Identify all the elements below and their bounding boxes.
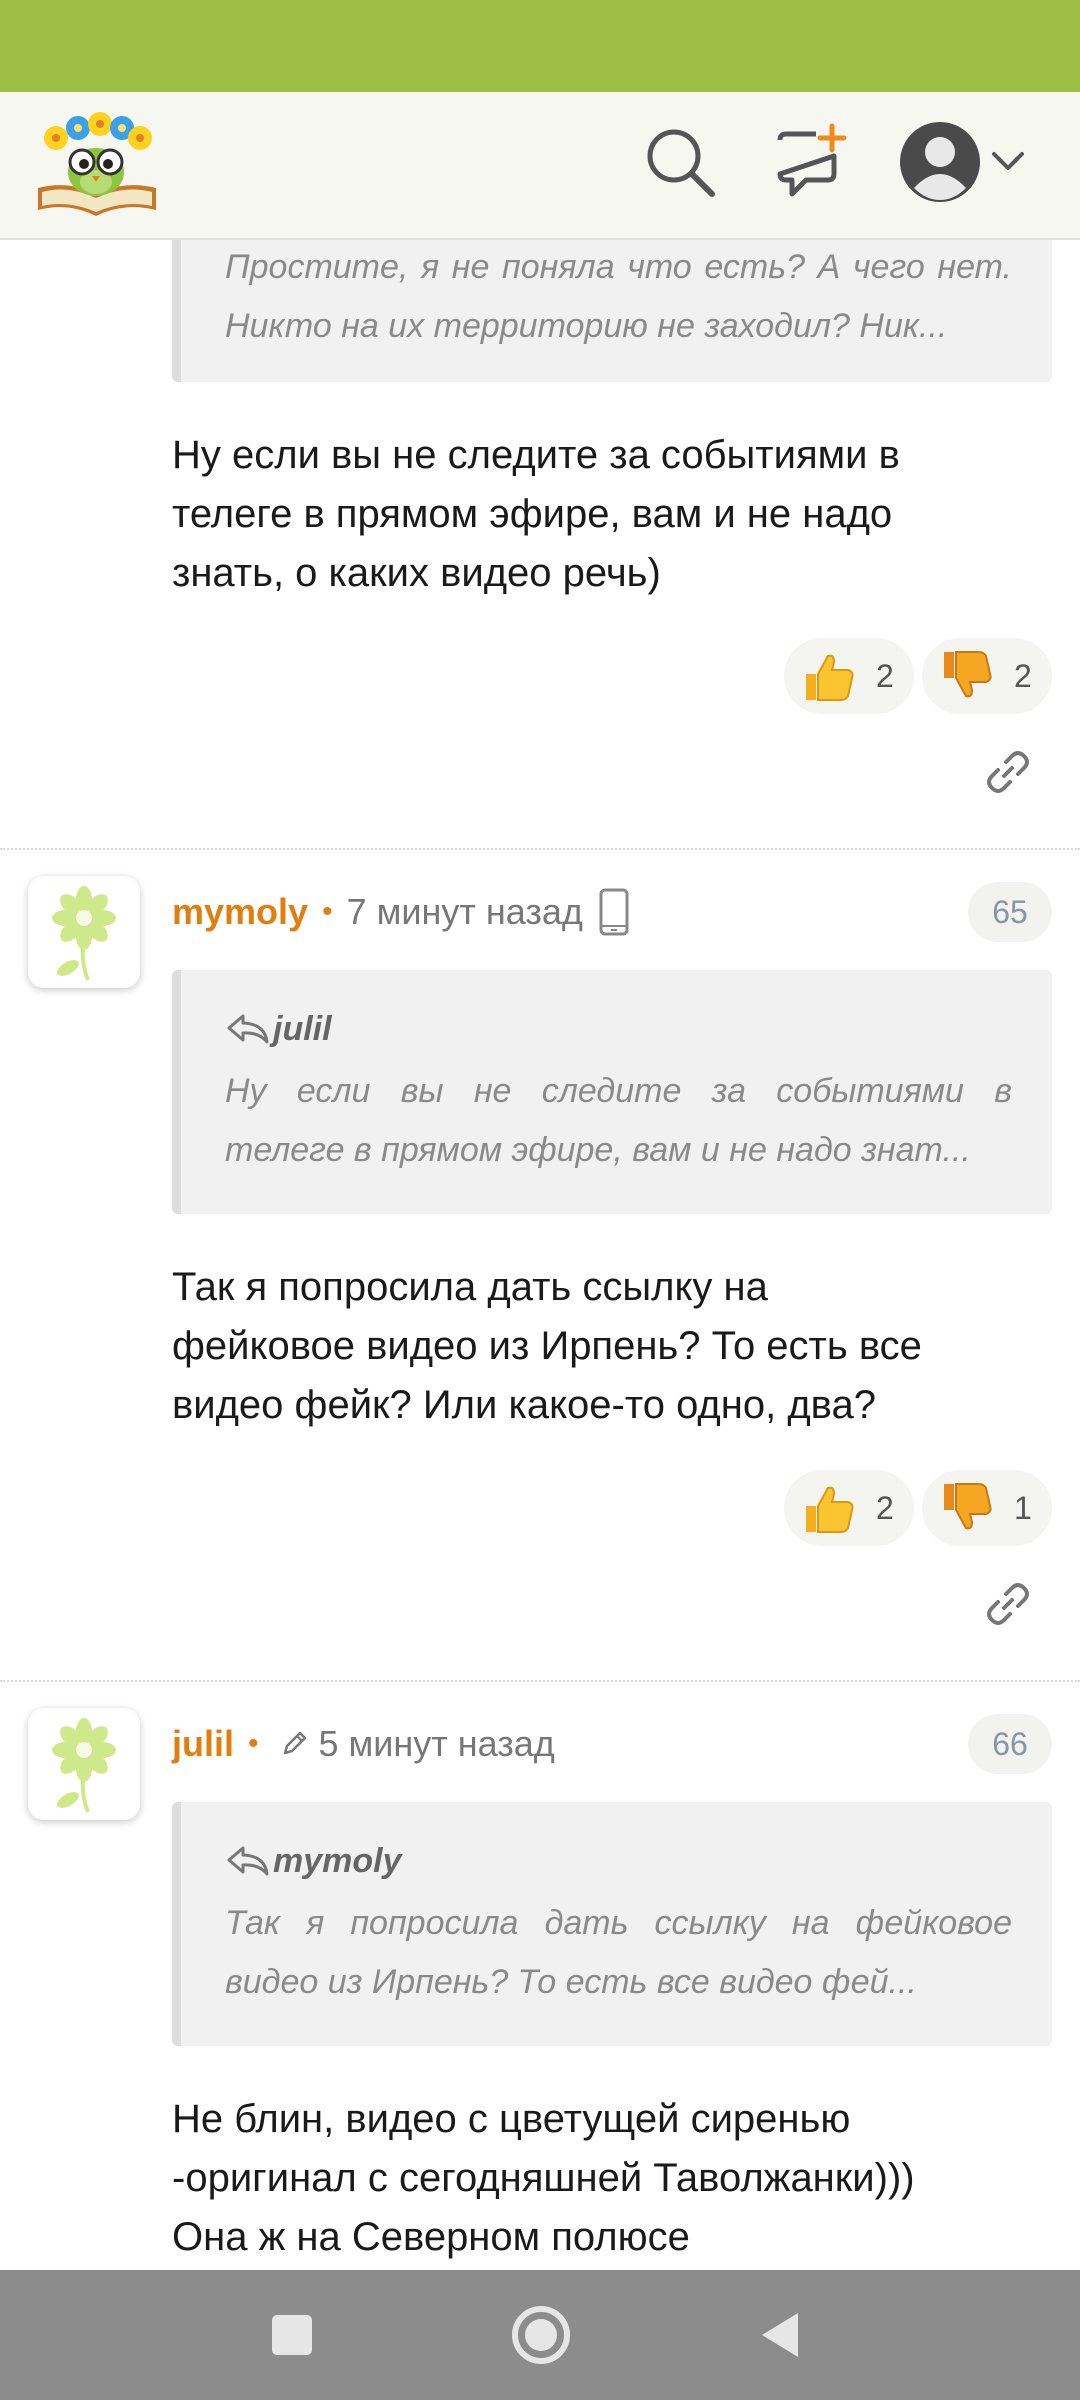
quote-text: Простите, я не поняла что есть? А чего н… [225, 248, 1012, 345]
quote-author: julil [225, 1010, 332, 1049]
quote-text: Так я попросила дать ссылку на фейковое … [225, 1904, 1012, 2001]
comment-meta: julil • 5 минут назад [172, 1720, 555, 1768]
chevron-down-icon[interactable] [990, 144, 1026, 180]
comment-number[interactable]: 66 [968, 1714, 1052, 1774]
comment-body: Не блин, видео с цветущей сиренью -ориги… [172, 2097, 915, 2259]
account-avatar-icon[interactable] [898, 120, 982, 204]
mobile-device-icon [599, 888, 629, 936]
comment-divider [0, 848, 1080, 850]
dislike-button[interactable]: 2 [922, 638, 1052, 714]
thumbs-up-icon [806, 1486, 854, 1533]
permalink-icon[interactable] [984, 748, 1032, 796]
comment-author[interactable]: mymoly [172, 891, 308, 933]
edited-pencil-icon [283, 1731, 306, 1755]
comment-meta: mymoly • 7 минут назад [172, 888, 631, 936]
avatar[interactable] [28, 876, 140, 988]
thumbs-up-icon [806, 654, 854, 701]
quote-author: mymoly [225, 1842, 402, 1881]
new-post-icon[interactable] [772, 122, 852, 202]
app-header [0, 92, 1080, 240]
home-button[interactable] [506, 2300, 576, 2370]
system-nav-bar [0, 2270, 1080, 2400]
status-bar [0, 0, 1080, 92]
separator-dot: • [322, 895, 333, 928]
avatar[interactable] [28, 1708, 140, 1820]
search-icon[interactable] [640, 122, 720, 202]
permalink-icon[interactable] [984, 1580, 1032, 1628]
comment-body: Так я попросила дать ссылку на фейковое … [172, 1265, 922, 1427]
comment-author[interactable]: julil [172, 1723, 234, 1765]
back-button[interactable] [750, 2305, 810, 2365]
comment-divider [0, 1680, 1080, 1682]
quote-text: Ну если вы не следите за событиями в тел… [225, 1072, 1012, 1169]
comment-quote: Простите, я не поняла что есть? А чего н… [172, 240, 1052, 382]
comment-number[interactable]: 65 [968, 882, 1052, 942]
comment-quote: julil Ну если вы не следите за событиями… [172, 970, 1052, 1214]
comment-time: 5 минут назад [318, 1723, 555, 1764]
comment-time: 7 минут назад [346, 891, 583, 932]
separator-dot: • [248, 1727, 259, 1760]
dislike-button[interactable]: 1 [922, 1470, 1052, 1546]
thumbs-down-icon [944, 651, 992, 698]
like-button[interactable]: 2 [784, 638, 914, 714]
comments-feed[interactable]: Простите, я не поняла что есть? А чего н… [0, 240, 1080, 2270]
reply-arrow-icon [227, 1846, 269, 1876]
recents-button[interactable] [262, 2305, 322, 2365]
site-logo[interactable] [34, 110, 160, 222]
reply-arrow-icon [227, 1014, 269, 1044]
thumbs-down-icon [944, 1483, 992, 1530]
comment-body: Ну если вы не следите за событиями в тел… [172, 433, 900, 595]
comment-quote: mymoly Так я попросила дать ссылку на фе… [172, 1802, 1052, 2046]
like-button[interactable]: 2 [784, 1470, 914, 1546]
